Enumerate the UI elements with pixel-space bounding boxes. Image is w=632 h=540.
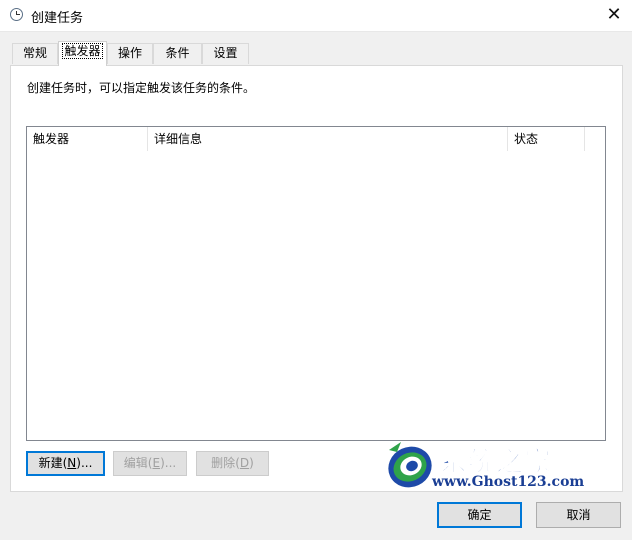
- watermark-url: www.Ghost123.com: [432, 474, 585, 490]
- tab-label: 设置: [213, 46, 238, 60]
- accelerator-key: D: [239, 456, 250, 470]
- tab-actions[interactable]: 操作: [107, 43, 153, 64]
- system-home-logo-icon: [388, 442, 432, 488]
- triggers-list[interactable]: 触发器 详细信息 状态: [26, 126, 606, 441]
- button-label: 删除: [211, 456, 236, 470]
- button-suffix: ...: [80, 456, 93, 470]
- column-header-trigger[interactable]: 触发器: [27, 127, 148, 151]
- close-icon[interactable]: ✕: [600, 2, 628, 28]
- title-bar: 创建任务 ✕: [0, 0, 632, 32]
- tab-triggers[interactable]: 触发器: [58, 41, 107, 66]
- tab-general[interactable]: 常规: [12, 43, 58, 64]
- ok-button[interactable]: 确定: [437, 502, 522, 528]
- tab-label: 触发器: [62, 43, 103, 59]
- clock-icon: [10, 8, 23, 21]
- tab-label: 常规: [22, 46, 47, 60]
- tab-conditions[interactable]: 条件: [153, 43, 202, 64]
- button-label: 新建: [38, 456, 63, 470]
- button-suffix: ...: [164, 456, 177, 470]
- tab-settings[interactable]: 设置: [202, 43, 249, 64]
- window-title: 创建任务: [31, 11, 84, 26]
- tab-label: 条件: [165, 46, 190, 60]
- accelerator-key: N: [67, 456, 77, 470]
- tab-label: 操作: [117, 46, 142, 60]
- new-trigger-button[interactable]: 新建(N)...: [26, 451, 105, 476]
- triggers-description: 创建任务时，可以指定触发该任务的条件。: [27, 81, 256, 95]
- column-header-details[interactable]: 详细信息: [148, 127, 508, 151]
- button-label: 编辑: [123, 456, 148, 470]
- cancel-button[interactable]: 取消: [536, 502, 621, 528]
- accelerator-key: E: [152, 456, 161, 470]
- column-header-status[interactable]: 状态: [508, 127, 585, 151]
- delete-trigger-button[interactable]: 删除(D): [196, 451, 269, 476]
- edit-trigger-button[interactable]: 编辑(E)...: [113, 451, 187, 476]
